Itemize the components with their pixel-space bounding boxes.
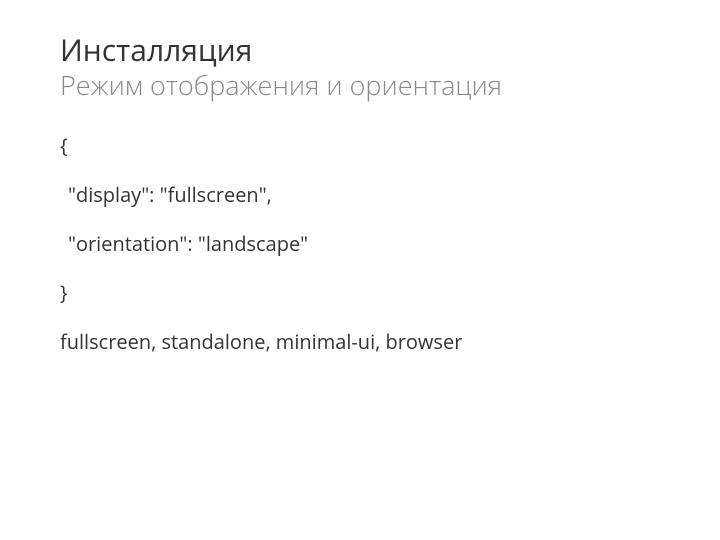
slide-subtitle: Режим отображения и ориентация (60, 68, 660, 102)
code-line-orientation: "orientation": "landscape" (60, 230, 660, 257)
display-values-list: fullscreen, standalone, minimal-ui, brow… (60, 328, 660, 355)
code-line-display: "display": "fullscreen", (60, 181, 660, 208)
slide: Инсталляция Режим отображения и ориентац… (0, 0, 720, 355)
code-brace-close: } (60, 279, 660, 306)
code-brace-open: { (60, 132, 660, 159)
slide-title: Инсталляция (60, 32, 660, 68)
code-block: { "display": "fullscreen", "orientation"… (60, 132, 660, 306)
